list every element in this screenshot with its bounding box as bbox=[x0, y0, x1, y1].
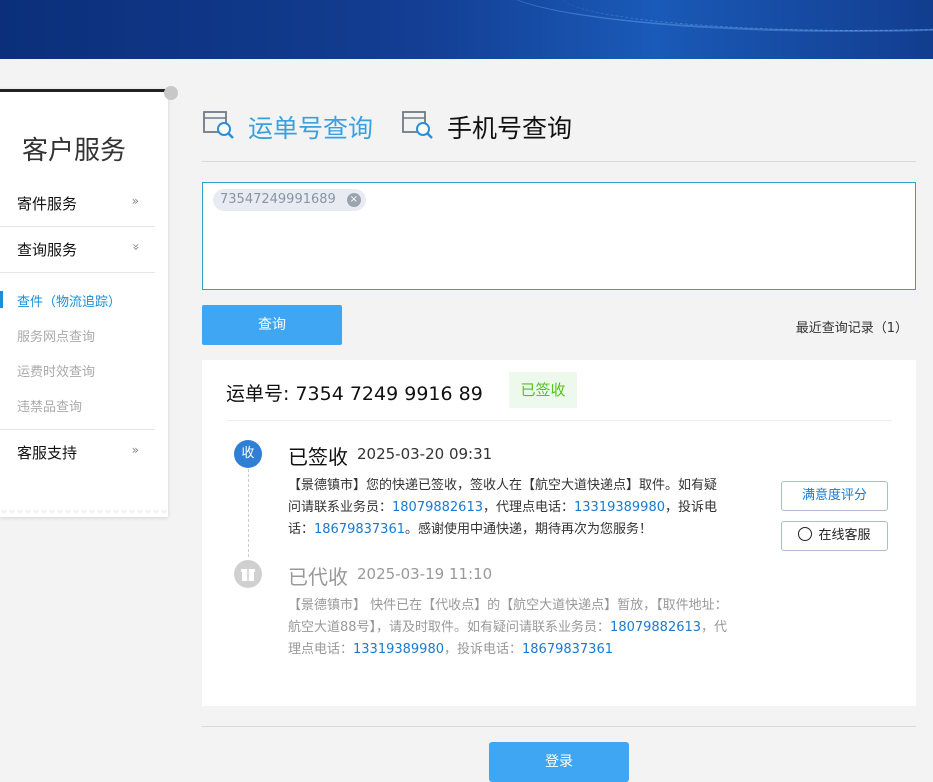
event-description: 【景德镇市】您的快递已签收，签收人在【航空大道快递点】取件。如有疑问请联系业务员… bbox=[288, 478, 718, 537]
timeline-connector bbox=[248, 469, 249, 557]
divider bbox=[226, 420, 892, 421]
tab-label: 手机号查询 bbox=[447, 114, 573, 143]
banner-decoration bbox=[560, 0, 933, 31]
sidebar-knob bbox=[164, 86, 178, 100]
waybill-number: 运单号: 7354 7249 9916 89 bbox=[226, 383, 483, 405]
login-button[interactable]: 登录 bbox=[489, 742, 629, 782]
event-time: 2025-03-20 09:31 bbox=[357, 445, 493, 463]
sidebar-item-label: 查询服务 bbox=[17, 241, 78, 259]
sidebar-subitem-tracking[interactable]: 查件（物流追踪） bbox=[17, 291, 121, 310]
event-status: 已代收 bbox=[288, 565, 348, 589]
tab-waybill-query[interactable]: 运单号查询 bbox=[202, 109, 382, 149]
sidebar-title: 客户服务 bbox=[22, 136, 127, 166]
remove-chip-icon[interactable]: × bbox=[346, 193, 361, 207]
sidebar-subitem-prohibited[interactable]: 违禁品查询 bbox=[17, 396, 82, 415]
package-search-icon bbox=[203, 111, 234, 139]
tracking-number-input[interactable]: 73547249991689 × bbox=[202, 182, 916, 290]
signed-icon: 收 bbox=[234, 440, 262, 468]
sidebar-subitem-outlets[interactable]: 服务网点查询 bbox=[17, 326, 95, 345]
sidebar: 客户服务 寄件服务 » 查询服务 « 查件（物流追踪） 服务网点查询 运费时效查… bbox=[0, 89, 168, 517]
sidebar-item-send[interactable]: 寄件服务 » bbox=[0, 181, 155, 227]
event-status: 已签收 bbox=[288, 445, 348, 469]
divider bbox=[202, 161, 916, 162]
sidebar-item-label: 寄件服务 bbox=[17, 195, 78, 213]
online-service-label: 在线客服 bbox=[818, 528, 871, 543]
tracking-number-chip: 73547249991689 × bbox=[213, 189, 366, 211]
satisfaction-rating-button[interactable]: 满意度评分 bbox=[781, 481, 888, 511]
chevron-down-icon: « bbox=[128, 243, 143, 251]
tracking-result-panel: 运单号: 7354 7249 9916 89 已签收 收 已签收 2025-03… bbox=[202, 360, 916, 706]
event-time: 2025-03-19 11:10 bbox=[357, 565, 493, 583]
online-service-button[interactable]: 在线客服 bbox=[781, 521, 888, 551]
sidebar-item-query[interactable]: 查询服务 « bbox=[0, 227, 155, 273]
tab-phone-query[interactable]: 手机号查询 bbox=[401, 109, 581, 149]
status-badge: 已签收 bbox=[509, 372, 577, 408]
sidebar-edge bbox=[0, 510, 168, 518]
header-banner bbox=[0, 0, 933, 59]
active-indicator bbox=[0, 291, 3, 308]
sidebar-item-support[interactable]: 客服支持 » bbox=[0, 429, 155, 475]
divider bbox=[202, 726, 916, 727]
event-description: 【景德镇市】 快件已在【代收点】的【航空大道快递点】暂放，【取件地址：航空大道8… bbox=[288, 598, 728, 657]
chevron-right-icon: » bbox=[131, 194, 139, 208]
recent-queries-link[interactable]: 最近查询记录（1） bbox=[796, 317, 908, 336]
chip-value: 73547249991689 bbox=[220, 192, 336, 207]
sidebar-item-label: 客服支持 bbox=[17, 444, 78, 462]
chevron-right-icon: » bbox=[131, 443, 139, 457]
query-button[interactable]: 查询 bbox=[202, 305, 342, 345]
sidebar-subitem-freight[interactable]: 运费时效查询 bbox=[17, 361, 95, 380]
package-search-icon bbox=[402, 111, 433, 139]
tab-label: 运单号查询 bbox=[248, 114, 374, 143]
gift-box-icon bbox=[234, 560, 262, 588]
chat-icon bbox=[798, 527, 813, 541]
